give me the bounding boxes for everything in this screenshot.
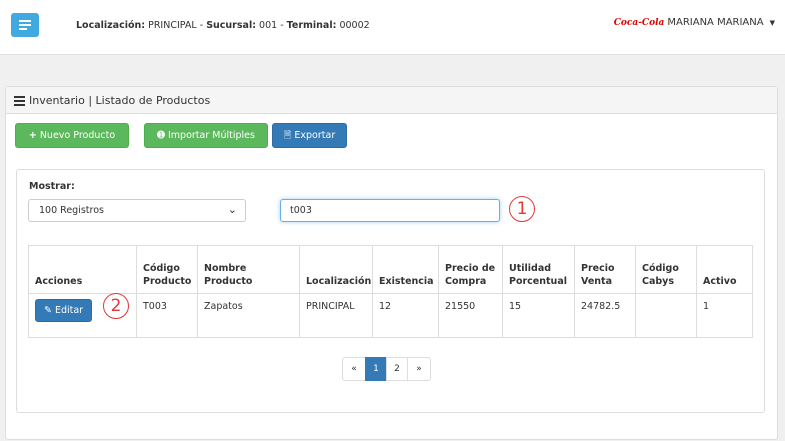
- header-text: Precio de: [445, 263, 496, 274]
- cell-existencia: 12: [372, 293, 439, 338]
- export-label: Exportar: [294, 130, 336, 141]
- table-header-row: Acciones Código Producto Nombre Producto L…: [28, 245, 753, 294]
- caret-down-icon: ▼: [769, 18, 775, 27]
- header-codigo-cabys: Código Cabys: [635, 245, 697, 294]
- menu-icon: [19, 20, 31, 22]
- panel-title: Inventario | Listado de Productos: [29, 93, 211, 107]
- export-button[interactable]: 🗎 Exportar: [272, 123, 347, 148]
- header-text: Activo: [703, 276, 737, 287]
- brand-logo: Coca-Cola: [613, 17, 665, 28]
- header-acciones: Acciones: [28, 245, 137, 294]
- header-localizacion: Localización: [299, 245, 373, 294]
- location-info: Localización: PRINCIPAL - Sucursal: 001 …: [76, 20, 370, 31]
- cell-precio-venta: 24782.5: [574, 293, 636, 338]
- header-text: Producto: [204, 276, 253, 287]
- sucursal-value: 001: [259, 20, 278, 31]
- cell-precio-compra: 21550: [438, 293, 503, 338]
- localizacion-label: Localización:: [76, 20, 146, 31]
- new-product-button[interactable]: + Nuevo Producto: [15, 123, 129, 148]
- search-input-value: t003: [290, 205, 312, 216]
- header-text: Existencia: [379, 276, 434, 287]
- separator: -: [280, 20, 284, 31]
- table-row: ✎ Editar T003 Zapatos PRINCIPAL 12 21550…: [28, 293, 753, 338]
- edit-icon: ✎: [44, 305, 52, 316]
- arrow-circle-icon: ➊: [157, 130, 165, 141]
- cell-activo: 1: [696, 293, 753, 338]
- list-icon: [14, 95, 25, 106]
- header-text: Nombre: [204, 263, 247, 274]
- pagination-page-2[interactable]: 2: [386, 357, 408, 381]
- cell-codigo: T003: [136, 293, 198, 338]
- header-codigo-producto: Código Producto: [136, 245, 198, 294]
- products-panel: Inventario | Listado de Productos + Nuev…: [5, 86, 778, 440]
- pagination-prev[interactable]: «: [342, 357, 366, 381]
- terminal-label: Terminal:: [286, 20, 337, 31]
- pagination-next[interactable]: »: [407, 357, 431, 381]
- menu-icon-line: [19, 28, 27, 30]
- menu-icon-line: [19, 24, 31, 26]
- header-text: Acciones: [35, 276, 83, 287]
- plus-icon: +: [28, 130, 37, 141]
- import-multiple-label: Importar Múltiples: [168, 130, 255, 141]
- annotation-marker-2: 2: [103, 293, 129, 319]
- products-table: Acciones Código Producto Nombre Producto L…: [28, 245, 753, 338]
- edit-label: Editar: [54, 305, 84, 316]
- sucursal-label: Sucursal:: [206, 20, 256, 31]
- cell-nombre: Zapatos: [197, 293, 300, 338]
- pagination-page-1[interactable]: 1: [365, 357, 387, 381]
- cell-utilidad: 15: [502, 293, 575, 338]
- header-text: Cabys: [642, 276, 675, 287]
- edit-button[interactable]: ✎ Editar: [35, 299, 93, 322]
- header-activo: Activo: [696, 245, 753, 294]
- records-per-page-select[interactable]: 100 Registros ⌄: [28, 199, 246, 222]
- file-export-icon: 🗎: [283, 129, 292, 141]
- cell-cabys: [635, 293, 697, 338]
- list-icon-line: [14, 99, 25, 102]
- top-bar: Localización: PRINCIPAL - Sucursal: 001 …: [0, 0, 785, 55]
- header-text: Porcentual: [509, 276, 567, 287]
- import-multiple-button[interactable]: ➊ Importar Múltiples: [144, 123, 268, 148]
- user-menu[interactable]: Coca-Cola MARIANA MARIANA ▼: [614, 17, 775, 28]
- header-text: Compra: [445, 276, 487, 287]
- separator: -: [199, 20, 204, 31]
- header-text: Localización: [306, 276, 372, 287]
- header-utilidad-porcentual: Utilidad Porcentual: [502, 245, 575, 294]
- chevron-down-icon: ⌄: [227, 203, 237, 216]
- header-text: Código: [143, 263, 180, 274]
- annotation-marker-1: 1: [509, 196, 535, 222]
- list-icon-line: [14, 103, 25, 106]
- records-per-page-value: 100 Registros: [39, 205, 104, 216]
- menu-toggle-button[interactable]: [11, 13, 39, 37]
- header-precio-compra: Precio de Compra: [438, 245, 503, 294]
- header-text: Precio: [581, 263, 615, 274]
- header-text: Producto: [143, 276, 192, 287]
- show-label: Mostrar:: [29, 181, 75, 192]
- user-name: MARIANA MARIANA: [667, 17, 764, 28]
- cell-localizacion: PRINCIPAL: [299, 293, 373, 338]
- header-nombre-producto: Nombre Producto: [197, 245, 300, 294]
- header-existencia: Existencia: [372, 245, 439, 294]
- pagination: « 1 2 »: [342, 357, 431, 381]
- new-product-label: Nuevo Producto: [39, 130, 116, 141]
- header-text: Código: [642, 263, 679, 274]
- header-text: Venta: [581, 276, 612, 287]
- localizacion-value: PRINCIPAL: [148, 20, 197, 31]
- terminal-value: 00002: [339, 20, 370, 31]
- panel-header: Inventario | Listado de Productos: [6, 87, 777, 114]
- search-input[interactable]: t003: [280, 199, 500, 222]
- header-precio-venta: Precio Venta: [574, 245, 636, 294]
- header-text: Utilidad: [509, 263, 552, 274]
- list-icon-line: [14, 95, 25, 98]
